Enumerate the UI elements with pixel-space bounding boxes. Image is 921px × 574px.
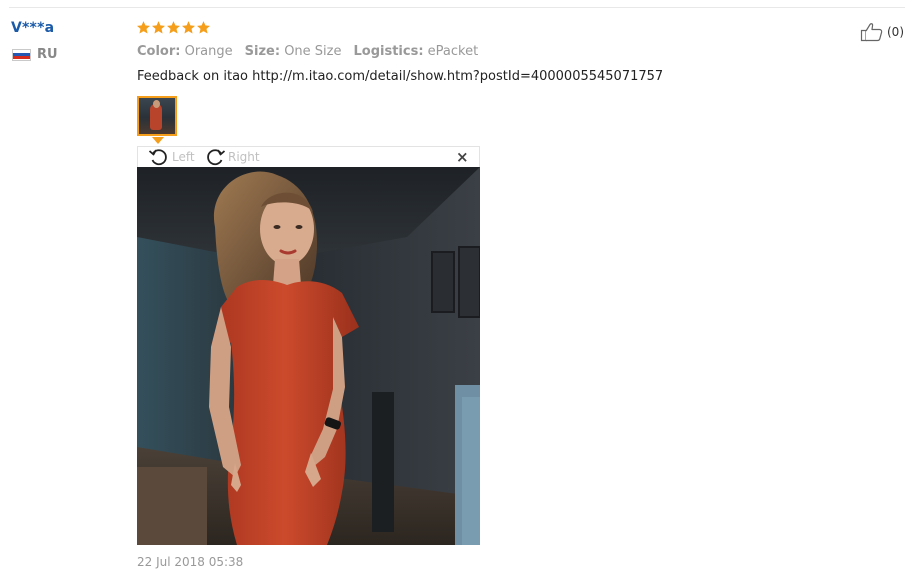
attribute-value: One Size: [284, 44, 342, 59]
buyer-country: RU: [12, 47, 58, 62]
star-icon: [182, 21, 195, 34]
buyer-name: V***a: [11, 20, 55, 36]
review-photo-image: [137, 167, 480, 545]
country-code: RU: [37, 47, 58, 62]
review-photo-large: [137, 167, 480, 545]
rotate-right-icon: [207, 149, 226, 166]
rotate-left-icon: [148, 149, 167, 166]
review-date: 22 Jul 2018 05:38: [137, 555, 244, 569]
flag-ru-icon: [12, 48, 31, 61]
attribute-logistics: Logistics: ePacket: [354, 44, 479, 59]
helpful-button[interactable]: (0): [860, 22, 904, 42]
thumbnail-selected-caret: [152, 137, 164, 144]
rotate-left-label: Left: [172, 150, 195, 164]
star-icon: [167, 21, 180, 34]
rotate-left-button[interactable]: Left: [148, 147, 195, 167]
close-icon[interactable]: ×: [456, 149, 469, 165]
thumbnail-head: [153, 100, 160, 108]
thumbs-up-icon[interactable]: [860, 22, 884, 42]
attribute-color: Color: Orange: [137, 44, 233, 59]
star-rating: [136, 20, 211, 35]
attribute-label: Logistics:: [353, 44, 424, 59]
feedback-text: Feedback on itao http://m.itao.com/detai…: [137, 69, 664, 84]
attribute-size: Size: One Size: [245, 44, 342, 59]
review-photo-thumbnail[interactable]: [137, 96, 177, 136]
rotate-right-label: Right: [228, 150, 260, 164]
order-attributes: Color: Orange Size: One Size Logistics: …: [137, 44, 478, 59]
attribute-value: ePacket: [427, 44, 479, 59]
helpful-count: (0): [887, 25, 904, 39]
star-icon: [197, 21, 210, 34]
top-divider: [9, 7, 905, 8]
star-icon: [152, 21, 165, 34]
attribute-value: Orange: [184, 44, 233, 59]
star-icon: [137, 21, 150, 34]
photo-viewer-toolbar: Left Right ×: [137, 146, 480, 167]
attribute-label: Size:: [244, 44, 281, 59]
review-card: V***a RU Color: Orange Size: One Size Lo…: [0, 0, 921, 574]
rotate-right-button[interactable]: Right: [204, 147, 260, 167]
attribute-label: Color:: [137, 44, 181, 59]
